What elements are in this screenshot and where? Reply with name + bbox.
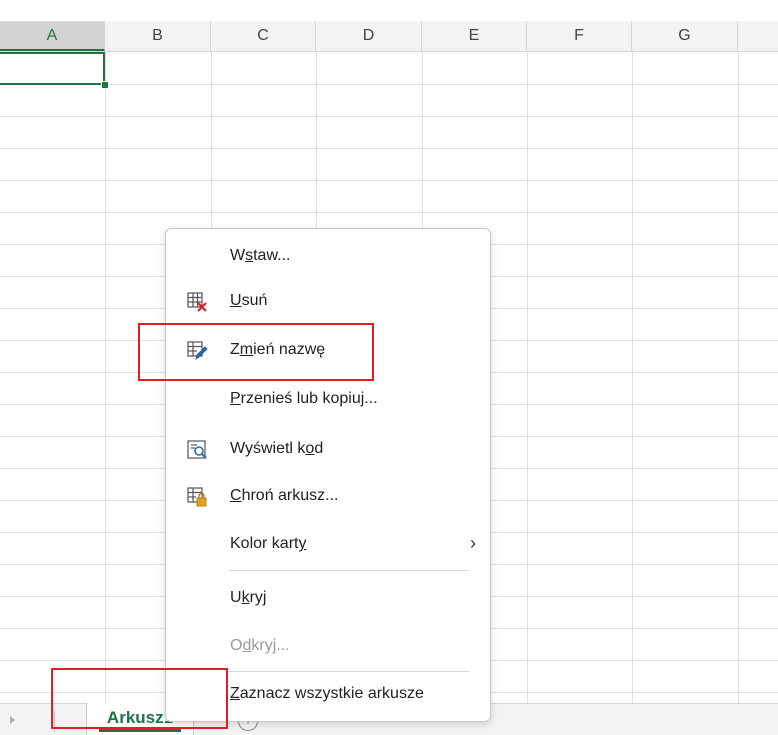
menu-item-hide[interactable]: Ukryj	[166, 579, 490, 619]
view-code-icon	[186, 439, 208, 461]
column-header-a[interactable]: A	[0, 21, 105, 51]
menu-separator	[229, 671, 469, 672]
menu-separator	[229, 570, 469, 571]
column-header-g[interactable]: G	[632, 21, 738, 51]
column-header-f[interactable]: F	[527, 21, 632, 51]
top-strip	[0, 0, 778, 21]
grid-row-line	[0, 180, 778, 181]
menu-item-tab-color[interactable]: Kolor karty ›	[166, 525, 490, 565]
scroll-tabs-right-icon[interactable]	[10, 716, 15, 724]
grid-row-line	[0, 84, 778, 85]
menu-item-label: Przenieś lub kopiuj...	[230, 390, 378, 407]
protect-sheet-icon	[186, 486, 208, 508]
sheet-context-menu: Wstaw... Usuń Zmień nazwę Przenieś lub k…	[165, 228, 491, 722]
menu-item-move-copy[interactable]: Przenieś lub kopiuj...	[166, 380, 490, 420]
column-header-h[interactable]	[738, 21, 778, 51]
highlight-rename-box	[138, 323, 374, 381]
menu-item-protect-sheet[interactable]: Chroń arkusz...	[166, 477, 490, 517]
menu-item-label: Kolor karty	[230, 535, 307, 552]
column-header-e[interactable]: E	[422, 21, 527, 51]
active-cell-a1[interactable]	[0, 52, 105, 85]
grid-row-line	[0, 116, 778, 117]
menu-item-label: Wyświetl kod	[230, 440, 324, 457]
column-header-bar: A B C D E F G	[0, 21, 778, 52]
menu-item-label: Wstaw...	[230, 247, 291, 264]
menu-item-label: Zaznacz wszystkie arkusze	[230, 685, 424, 702]
menu-item-delete[interactable]: Usuń	[166, 282, 490, 322]
menu-item-label: Ukryj	[230, 589, 267, 606]
highlight-sheet-tab-box	[51, 668, 228, 729]
grid-row-line	[0, 148, 778, 149]
delete-sheet-icon	[186, 291, 208, 313]
menu-item-label: Chroń arkusz...	[230, 487, 339, 504]
column-header-d[interactable]: D	[316, 21, 422, 51]
grid-row-line	[0, 212, 778, 213]
active-tab-indicator	[99, 729, 181, 732]
menu-item-label: Odkryj...	[230, 637, 290, 654]
fill-handle[interactable]	[101, 81, 109, 89]
column-header-c[interactable]: C	[211, 21, 316, 51]
column-header-b[interactable]: B	[105, 21, 211, 51]
menu-item-label: Usuń	[230, 292, 268, 309]
chevron-right-icon: ›	[470, 533, 476, 553]
menu-item-unhide: Odkryj...	[166, 627, 490, 667]
menu-item-insert[interactable]: Wstaw...	[166, 237, 490, 277]
menu-item-view-code[interactable]: Wyświetl kod	[166, 430, 490, 470]
